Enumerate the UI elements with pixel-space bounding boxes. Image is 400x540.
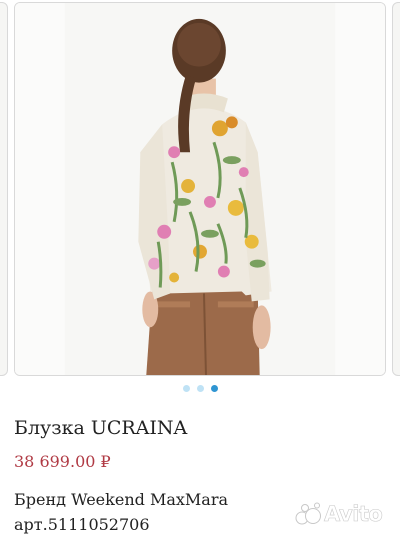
avito-logo-icon bbox=[295, 502, 321, 525]
product-brand: Бренд Weekend MaxMara bbox=[14, 490, 228, 509]
avito-watermark-text: Avito bbox=[324, 502, 383, 527]
previous-image-card[interactable] bbox=[0, 2, 8, 376]
product-price: 38 699.00 ₽ bbox=[14, 452, 111, 471]
carousel-dot-2[interactable] bbox=[196, 385, 204, 392]
product-sku: арт.5111052706 bbox=[14, 515, 150, 534]
carousel-pagination bbox=[0, 385, 400, 392]
image-carousel[interactable] bbox=[0, 0, 400, 378]
carousel-dot-3-active[interactable] bbox=[210, 385, 218, 392]
product-photo bbox=[15, 3, 385, 375]
carousel-dot-1[interactable] bbox=[182, 385, 190, 392]
product-image-card[interactable] bbox=[14, 2, 386, 376]
product-title: Блузка UCRAINA bbox=[14, 417, 188, 439]
next-image-card[interactable] bbox=[392, 2, 400, 376]
avito-watermark: Avito bbox=[294, 500, 394, 528]
